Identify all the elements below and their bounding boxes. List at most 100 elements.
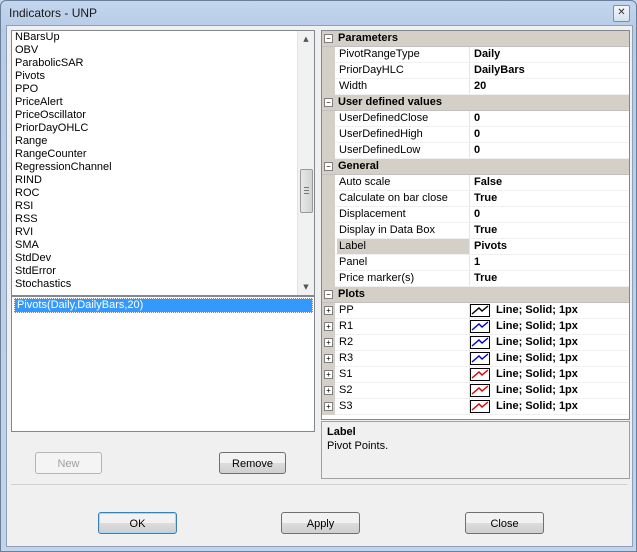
list-item[interactable]: Pivots (12, 70, 314, 83)
property-value[interactable]: 0 (471, 207, 629, 222)
property-row[interactable]: Display in Data Box True (322, 223, 629, 239)
property-value[interactable]: False (471, 175, 629, 190)
row-gutter (322, 111, 335, 127)
property-value[interactable]: 0 (471, 111, 629, 126)
expand-plus-icon[interactable]: + (324, 370, 333, 379)
list-item[interactable]: Stochastics (12, 278, 314, 291)
plot-style-value[interactable]: Line; Solid; 1px (496, 399, 578, 414)
plot-style-value[interactable]: Line; Solid; 1px (496, 351, 578, 366)
list-item[interactable]: PPO (12, 83, 314, 96)
property-row[interactable]: + PP Line; Solid; 1px (322, 303, 629, 319)
property-value[interactable]: Pivots (471, 239, 629, 254)
property-value[interactable]: True (471, 191, 629, 206)
category-user-defined[interactable]: − User defined values (322, 95, 629, 111)
property-row[interactable]: Width 20 (322, 79, 629, 95)
list-item[interactable]: StdDev (12, 252, 314, 265)
list-item[interactable]: OBV (12, 44, 314, 57)
available-indicators-list[interactable]: NBarsUp OBV ParabolicSAR Pivots PPO PriceAler… (11, 30, 315, 296)
property-value[interactable]: 0 (471, 127, 629, 142)
collapse-toggle-icon[interactable]: − (324, 162, 333, 171)
row-gutter (322, 143, 335, 159)
property-value[interactable]: Daily (471, 47, 629, 62)
property-description-panel: Label Pivot Points. (321, 421, 630, 479)
collapse-toggle-icon[interactable]: − (324, 98, 333, 107)
property-name: UserDefinedClose (337, 111, 470, 126)
property-grid[interactable]: − Parameters PivotRangeType Daily PriorDayHL… (321, 30, 630, 420)
plot-style-value[interactable]: Line; Solid; 1px (496, 367, 578, 382)
category-plots[interactable]: − Plots (322, 287, 629, 303)
expand-plus-icon[interactable]: + (324, 354, 333, 363)
list-item[interactable]: Range (12, 135, 314, 148)
property-row[interactable]: UserDefinedClose 0 (322, 111, 629, 127)
plot-style-value[interactable]: Line; Solid; 1px (496, 303, 578, 318)
scrollbar-thumb[interactable] (300, 169, 313, 213)
close-button[interactable]: Close (465, 512, 544, 534)
property-row[interactable]: Label Pivots (322, 239, 629, 255)
configured-indicator-item[interactable]: Pivots(Daily,DailyBars,20) (14, 298, 313, 313)
remove-button[interactable]: Remove (219, 452, 286, 474)
property-value[interactable]: True (471, 223, 629, 238)
list-item[interactable]: SMA (12, 239, 314, 252)
property-name: Price marker(s) (337, 271, 470, 286)
property-row[interactable]: UserDefinedLow 0 (322, 143, 629, 159)
expand-plus-icon[interactable]: + (324, 306, 333, 315)
list-item[interactable]: RegressionChannel (12, 161, 314, 174)
property-row[interactable]: + R2 Line; Solid; 1px (322, 335, 629, 351)
line-style-icon (470, 304, 490, 317)
property-row[interactable]: Auto scale False (322, 175, 629, 191)
category-parameters[interactable]: − Parameters (322, 31, 629, 47)
property-name: Auto scale (337, 175, 470, 190)
expand-plus-icon[interactable]: + (324, 386, 333, 395)
new-button[interactable]: New (35, 452, 102, 474)
property-value[interactable]: 1 (471, 255, 629, 270)
list-item[interactable]: ROC (12, 187, 314, 200)
configured-indicators-list[interactable]: Pivots(Daily,DailyBars,20) (11, 296, 315, 432)
list-item[interactable]: NBarsUp (12, 31, 314, 44)
list-item[interactable]: PriorDayOHLC (12, 122, 314, 135)
close-window-button[interactable]: ✕ (613, 5, 630, 22)
property-row[interactable]: UserDefinedHigh 0 (322, 127, 629, 143)
description-title: Label (327, 426, 356, 438)
list-item[interactable]: PriceAlert (12, 96, 314, 109)
property-row[interactable]: Panel 1 (322, 255, 629, 271)
list-item[interactable]: RSS (12, 213, 314, 226)
list-item[interactable]: RSI (12, 200, 314, 213)
apply-button[interactable]: Apply (281, 512, 360, 534)
list-item[interactable]: RangeCounter (12, 148, 314, 161)
list-item[interactable]: ParabolicSAR (12, 57, 314, 70)
collapse-toggle-icon[interactable]: − (324, 290, 333, 299)
property-value[interactable]: 20 (471, 79, 629, 94)
plot-style-value[interactable]: Line; Solid; 1px (496, 335, 578, 350)
collapse-toggle-icon[interactable]: − (324, 34, 333, 43)
property-row[interactable]: Price marker(s) True (322, 271, 629, 287)
expand-plus-icon[interactable]: + (324, 402, 333, 411)
property-value[interactable]: DailyBars (471, 63, 629, 78)
scroll-up-arrow-icon[interactable]: ▲ (298, 31, 314, 47)
property-row[interactable]: PivotRangeType Daily (322, 47, 629, 63)
property-value[interactable]: True (471, 271, 629, 286)
property-row[interactable]: Calculate on bar close True (322, 191, 629, 207)
category-label: General (338, 160, 379, 172)
property-row[interactable]: + R1 Line; Solid; 1px (322, 319, 629, 335)
list-item[interactable]: RVI (12, 226, 314, 239)
scroll-down-arrow-icon[interactable]: ▼ (298, 279, 314, 295)
expand-plus-icon[interactable]: + (324, 322, 333, 331)
property-row[interactable]: Displacement 0 (322, 207, 629, 223)
plot-style-value[interactable]: Line; Solid; 1px (496, 319, 578, 334)
list-item[interactable]: StdError (12, 265, 314, 278)
title-bar[interactable]: Indicators - UNP ✕ (1, 1, 636, 25)
plot-style-value[interactable]: Line; Solid; 1px (496, 383, 578, 398)
list-item[interactable]: RIND (12, 174, 314, 187)
property-row[interactable]: + S3 Line; Solid; 1px (322, 399, 629, 415)
indicator-list-scrollbar[interactable]: ▲ ▼ (297, 31, 314, 295)
property-row[interactable]: + S2 Line; Solid; 1px (322, 383, 629, 399)
row-gutter (322, 191, 335, 207)
property-row[interactable]: + S1 Line; Solid; 1px (322, 367, 629, 383)
property-row[interactable]: PriorDayHLC DailyBars (322, 63, 629, 79)
list-item[interactable]: PriceOscillator (12, 109, 314, 122)
expand-plus-icon[interactable]: + (324, 338, 333, 347)
property-row[interactable]: + R3 Line; Solid; 1px (322, 351, 629, 367)
category-general[interactable]: − General (322, 159, 629, 175)
property-value[interactable]: 0 (471, 143, 629, 158)
ok-button[interactable]: OK (98, 512, 177, 534)
